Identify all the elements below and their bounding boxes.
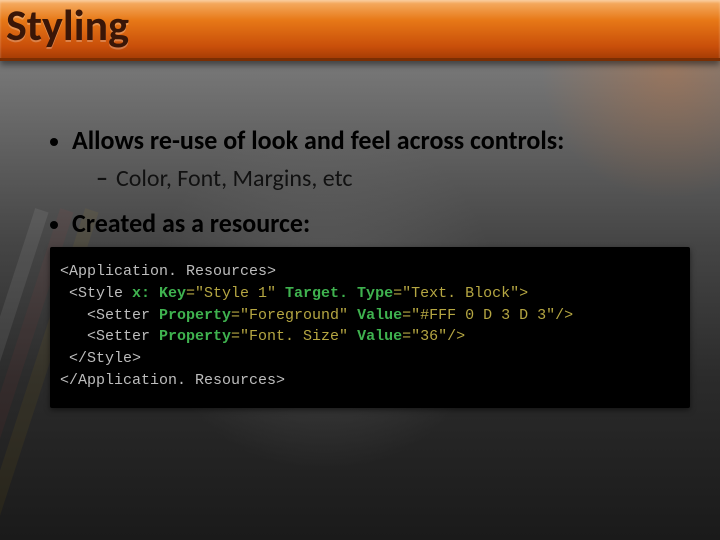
code-line: <Setter Property="Foreground" Value="#FF… (60, 305, 680, 327)
code-token: ="Font. Size" (231, 328, 348, 345)
code-token: <Application. Resources> (60, 263, 276, 280)
code-line: <Application. Resources> (60, 261, 680, 283)
code-token: ="#FFF 0 D 3 D 3"/> (402, 307, 573, 324)
code-token: <Setter (60, 307, 150, 324)
bullet-dot-icon (50, 221, 58, 229)
bullet-level-1: Allows re-use of look and feel across co… (50, 124, 680, 156)
code-token: ="36"/> (402, 328, 465, 345)
code-token: Property (150, 328, 231, 345)
code-token: Target. Type (276, 285, 393, 302)
bullet-dot-icon (50, 138, 58, 146)
code-token: Value (348, 328, 402, 345)
code-token: <Setter (60, 328, 150, 345)
code-line: <Style x: Key="Style 1" Target. Type="Te… (60, 283, 680, 305)
code-sample-box: <Application. Resources> <Style x: Key="… (50, 247, 690, 408)
bullet-level-2: – Color, Font, Margins, etc (96, 164, 680, 193)
bullet-text: Allows re-use of look and feel across co… (72, 124, 564, 156)
code-token: Property (150, 307, 231, 324)
bullet-level-1: Created as a resource: (50, 207, 680, 239)
title-bar: Styling (0, 0, 720, 61)
code-line: <Setter Property="Font. Size" Value="36"… (60, 326, 680, 348)
code-token: ="Foreground" (231, 307, 348, 324)
code-line: </Application. Resources> (60, 370, 680, 392)
code-token: ="Style 1" (186, 285, 276, 302)
code-token: Value (348, 307, 402, 324)
code-token: x: Key (123, 285, 186, 302)
code-token: </Style> (60, 350, 141, 367)
bullet-text: Created as a resource: (72, 207, 310, 239)
code-line: </Style> (60, 348, 680, 370)
slide-content: Allows re-use of look and feel across co… (50, 124, 680, 408)
bullet-text: Color, Font, Margins, etc (116, 164, 353, 193)
bullet-dash-icon: – (96, 164, 108, 193)
slide-title: Styling (6, 0, 129, 52)
code-token: </Application. Resources> (60, 372, 285, 389)
code-token: ="Text. Block"> (393, 285, 528, 302)
slide: Styling Allows re-use of look and feel a… (0, 0, 720, 540)
code-token: <Style (60, 285, 123, 302)
